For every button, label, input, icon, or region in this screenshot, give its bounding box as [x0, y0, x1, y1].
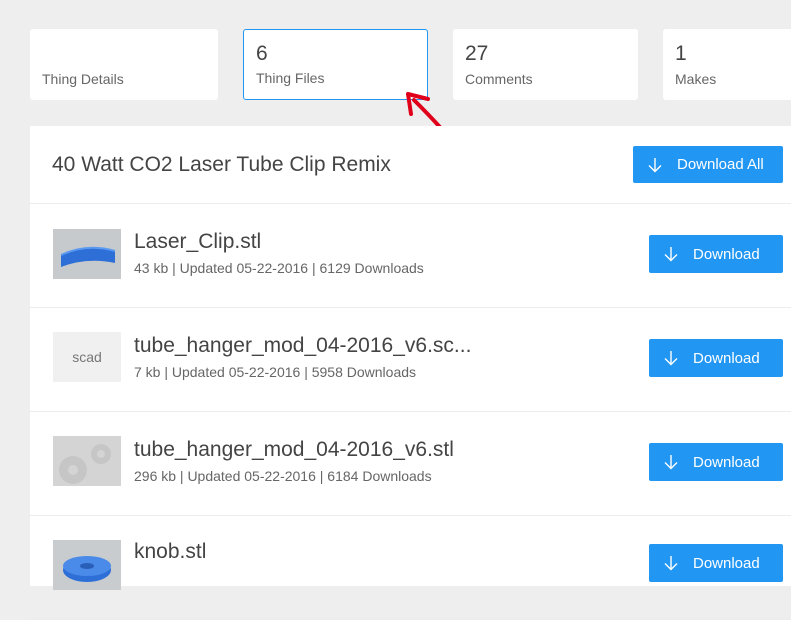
file-thumbnail[interactable]: scad — [53, 332, 121, 382]
download-button[interactable]: Download — [649, 339, 783, 377]
file-thumbnail[interactable] — [53, 229, 121, 279]
file-meta: 296 kb | Updated 05-22-2016 | 6184 Downl… — [134, 468, 432, 484]
file-name[interactable]: knob.stl — [134, 540, 206, 564]
file-name[interactable]: tube_hanger_mod_04-2016_v6.sc... — [134, 334, 471, 358]
tab-thing-details[interactable]: Thing Details — [30, 29, 218, 100]
file-row: tube_hanger_mod_04-2016_v6.stl 296 kb | … — [30, 412, 791, 516]
download-button[interactable]: Download — [649, 443, 783, 481]
tab-label: Makes — [675, 71, 717, 87]
panel-header: 40 Watt CO2 Laser Tube Clip Remix Downlo… — [30, 126, 791, 204]
arrow-down-icon — [664, 351, 678, 366]
tab-count: 27 — [465, 42, 489, 65]
arrow-down-icon — [664, 556, 678, 571]
file-name[interactable]: tube_hanger_mod_04-2016_v6.stl — [134, 438, 454, 462]
file-thumbnail[interactable] — [53, 540, 121, 590]
gears-placeholder-icon — [53, 436, 121, 486]
tab-label: Thing Files — [256, 70, 325, 86]
tab-comments[interactable]: 27 Comments — [453, 29, 638, 100]
download-button[interactable]: Download — [649, 544, 783, 582]
tab-count: 6 — [256, 42, 268, 65]
blue-knob-thumbnail-icon — [53, 540, 121, 590]
blue-clip-thumbnail-icon — [53, 229, 121, 279]
file-meta: 43 kb | Updated 05-22-2016 | 6129 Downlo… — [134, 260, 424, 276]
file-name[interactable]: Laser_Clip.stl — [134, 230, 261, 254]
download-label: Download — [693, 453, 760, 471]
thing-files-panel: 40 Watt CO2 Laser Tube Clip Remix Downlo… — [30, 126, 791, 620]
file-thumbnail[interactable] — [53, 436, 121, 486]
download-label: Download — [693, 554, 760, 572]
arrow-down-icon — [648, 157, 662, 172]
tab-count: 1 — [675, 42, 687, 65]
file-row: Laser_Clip.stl 43 kb | Updated 05-22-201… — [30, 204, 791, 308]
tab-label: Comments — [465, 71, 533, 87]
download-label: Download — [693, 245, 760, 263]
file-row: scad tube_hanger_mod_04-2016_v6.sc... 7 … — [30, 308, 791, 412]
thing-title: 40 Watt CO2 Laser Tube Clip Remix — [52, 153, 391, 176]
download-label: Download — [693, 349, 760, 367]
download-button[interactable]: Download — [649, 235, 783, 273]
download-all-label: Download All — [677, 156, 764, 173]
arrow-down-icon — [664, 247, 678, 262]
arrow-down-icon — [664, 455, 678, 470]
scad-thumbnail-label: scad — [72, 349, 102, 365]
file-row: knob.stl Download — [30, 516, 791, 620]
file-meta: 7 kb | Updated 05-22-2016 | 5958 Downloa… — [134, 364, 417, 380]
tab-label: Thing Details — [42, 71, 124, 87]
tab-makes[interactable]: 1 Makes — [663, 29, 791, 100]
download-all-button[interactable]: Download All — [633, 146, 783, 183]
